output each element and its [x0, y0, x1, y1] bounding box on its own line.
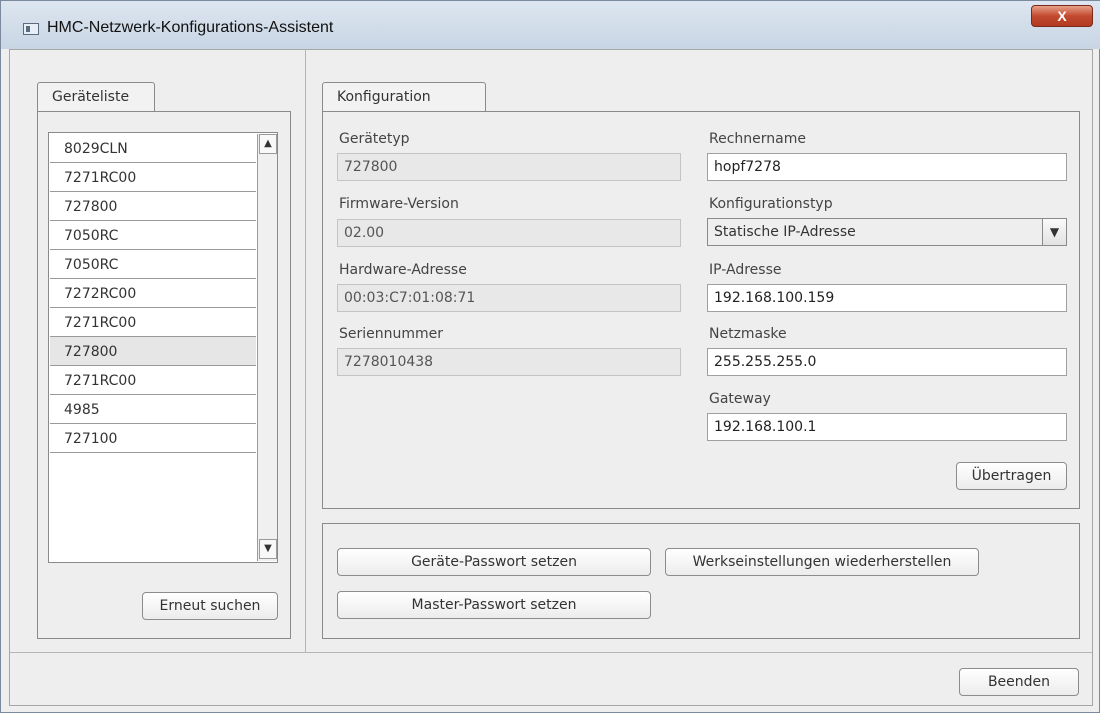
exit-button[interactable]: Beenden	[959, 668, 1079, 696]
netmask-input[interactable]: 255.255.255.0	[707, 348, 1067, 376]
set-device-password-button[interactable]: Geräte-Passwort setzen	[337, 548, 651, 576]
scroll-up-icon[interactable]: ▲	[259, 134, 277, 154]
serial-number-field: 7278010438	[337, 348, 681, 376]
device-list-scrollbar[interactable]: ▲ ▼	[257, 134, 277, 561]
transfer-button[interactable]: Übertragen	[956, 462, 1067, 490]
scroll-down-icon[interactable]: ▼	[259, 539, 277, 559]
netmask-label: Netzmaske	[709, 326, 787, 342]
device-type-label: Gerätetyp	[339, 131, 410, 147]
firmware-label: Firmware-Version	[339, 196, 459, 212]
device-type-field: 727800	[337, 153, 681, 181]
actions-panel	[322, 523, 1080, 639]
set-master-password-button[interactable]: Master-Passwort setzen	[337, 591, 651, 619]
device-list-item[interactable]: 7271RC00	[50, 163, 256, 192]
tab-device-list[interactable]: Geräteliste	[37, 82, 155, 112]
app-window: HMC-Netzwerk-Konfigurations-Assistent X …	[0, 0, 1100, 713]
config-type-select[interactable]: Statische IP-Adresse ▼	[707, 218, 1067, 246]
chevron-down-icon[interactable]: ▼	[1042, 219, 1066, 245]
gateway-label: Gateway	[709, 391, 771, 407]
device-list-item[interactable]: 7050RC	[50, 221, 256, 250]
ip-address-label: IP-Adresse	[709, 262, 782, 278]
device-list-item[interactable]: 7272RC00	[50, 279, 256, 308]
app-icon	[23, 23, 39, 35]
config-type-value: Statische IP-Adresse	[714, 224, 856, 240]
device-list-item[interactable]: 4985	[50, 395, 256, 424]
config-type-label: Konfigurationstyp	[709, 196, 833, 212]
hostname-input[interactable]: hopf7278	[707, 153, 1067, 181]
device-list[interactable]: 8029CLN 7271RC00 727800 7050RC 7050RC 7272RC0…	[48, 132, 278, 563]
close-button[interactable]: X	[1031, 5, 1093, 27]
device-list-item[interactable]: 7271RC00	[50, 308, 256, 337]
firmware-field: 02.00	[337, 219, 681, 247]
hardware-address-field: 00:03:C7:01:08:71	[337, 284, 681, 312]
device-list-item[interactable]: 727100	[50, 424, 256, 453]
splitter[interactable]	[305, 49, 306, 653]
window-title: HMC-Netzwerk-Konfigurations-Assistent	[47, 19, 334, 36]
device-list-item[interactable]: 7271RC00	[50, 366, 256, 395]
device-list-item[interactable]: 7050RC	[50, 250, 256, 279]
footer-divider	[10, 652, 1092, 653]
title-bar: HMC-Netzwerk-Konfigurations-Assistent X	[1, 1, 1100, 49]
restore-factory-settings-button[interactable]: Werkseinstellungen wiederherstellen	[665, 548, 979, 576]
rescan-button[interactable]: Erneut suchen	[142, 592, 278, 620]
tab-configuration[interactable]: Konfiguration	[322, 82, 486, 112]
serial-number-label: Seriennummer	[339, 326, 444, 342]
gateway-input[interactable]: 192.168.100.1	[707, 413, 1067, 441]
device-list-item[interactable]: 727800	[50, 337, 256, 366]
hostname-label: Rechnername	[709, 131, 806, 147]
device-list-item[interactable]: 8029CLN	[50, 134, 256, 163]
ip-address-input[interactable]: 192.168.100.159	[707, 284, 1067, 312]
device-list-item[interactable]: 727800	[50, 192, 256, 221]
hardware-address-label: Hardware-Adresse	[339, 262, 467, 278]
